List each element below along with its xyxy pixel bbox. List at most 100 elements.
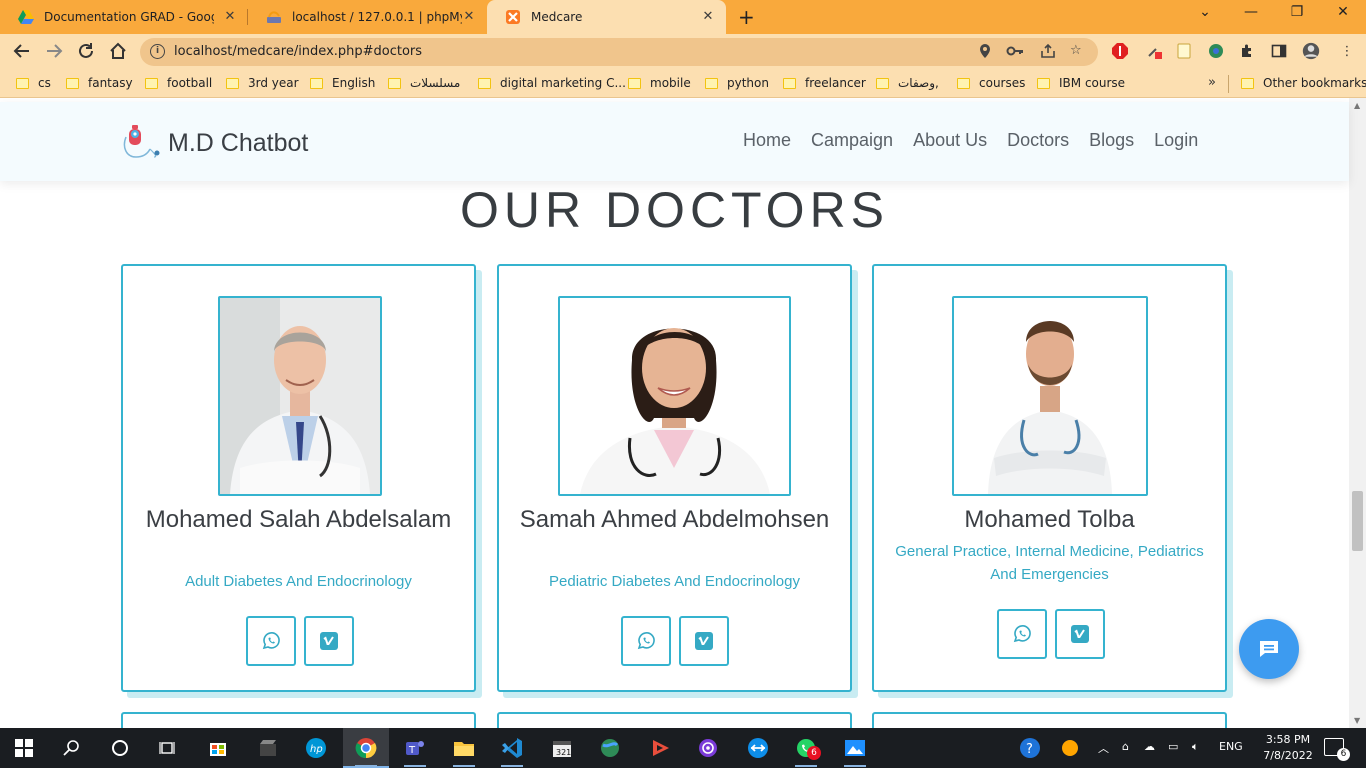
address-bar[interactable]: i localhost/medcare/index.php#doctors ☆ xyxy=(140,38,1098,66)
other-bookmarks-folder[interactable]: Other bookmarks xyxy=(1241,76,1366,90)
vimeo-button[interactable] xyxy=(304,616,354,666)
svg-text:321: 321 xyxy=(556,748,571,757)
tab-phpmyadmin[interactable]: localhost / 127.0.0.1 | phpMyAdmin ✕ xyxy=(248,0,487,34)
onedrive-icon[interactable]: ☁ xyxy=(1144,740,1155,753)
forward-icon[interactable] xyxy=(45,42,63,64)
tab-medcare[interactable]: Medcare ✕ xyxy=(487,0,726,34)
scroll-down-icon[interactable]: ▼ xyxy=(1354,716,1360,725)
bookmark-folder[interactable]: English xyxy=(310,76,375,90)
hp-icon[interactable]: hp xyxy=(304,736,328,760)
bookmark-folder[interactable]: مسلسلات xyxy=(388,76,460,90)
close-icon[interactable]: ✕ xyxy=(222,9,238,24)
nav-blogs[interactable]: Blogs xyxy=(1089,130,1134,151)
clock-date: 7/8/2022 xyxy=(1263,749,1313,762)
photos-icon[interactable] xyxy=(843,736,867,760)
xampp-icon xyxy=(506,10,520,24)
folder-icon xyxy=(226,77,239,89)
nav-doctors[interactable]: Doctors xyxy=(1007,130,1069,151)
whatsapp-button[interactable] xyxy=(997,609,1047,659)
share-icon[interactable] xyxy=(1040,43,1056,63)
minimize-icon[interactable]: — xyxy=(1228,4,1274,20)
vimeo-button[interactable] xyxy=(679,616,729,666)
media-app-icon[interactable] xyxy=(648,736,672,760)
file-explorer-icon[interactable] xyxy=(452,736,476,760)
eyedropper-extension-icon[interactable] xyxy=(1145,42,1163,60)
usb-icon[interactable]: ⌂ xyxy=(1122,740,1129,753)
bookmark-folder[interactable]: 3rd year xyxy=(226,76,299,90)
cortana-icon[interactable] xyxy=(108,736,132,760)
nav-home[interactable]: Home xyxy=(743,130,791,151)
task-view-icon[interactable] xyxy=(156,736,180,760)
bookmark-folder[interactable]: python xyxy=(705,76,769,90)
more-menu-icon[interactable]: ⋮ xyxy=(1338,42,1356,60)
bookmark-folder[interactable]: courses xyxy=(957,76,1025,90)
window-close-icon[interactable]: ✕ xyxy=(1320,4,1366,20)
bookmark-folder[interactable]: mobile xyxy=(628,76,691,90)
teamviewer-icon[interactable] xyxy=(746,736,770,760)
reload-icon[interactable] xyxy=(77,42,95,64)
home-icon[interactable] xyxy=(109,42,127,64)
bookmark-folder[interactable]: fantasy xyxy=(66,76,133,90)
search-icon[interactable] xyxy=(60,736,84,760)
extensions-puzzle-icon[interactable] xyxy=(1238,42,1256,60)
bookmark-folder[interactable]: freelancer xyxy=(783,76,866,90)
location-icon[interactable] xyxy=(978,43,992,63)
adblock-icon[interactable] xyxy=(1111,42,1129,60)
chrome-icon[interactable] xyxy=(354,736,378,760)
globe-extension-icon[interactable] xyxy=(1207,42,1225,60)
whatsapp-button[interactable] xyxy=(246,616,296,666)
vimeo-button[interactable] xyxy=(1055,609,1105,659)
whatsapp-unread-badge: 6 xyxy=(807,746,821,760)
notification-center-icon[interactable]: 6 xyxy=(1324,738,1350,761)
scroll-up-icon[interactable]: ▲ xyxy=(1354,101,1360,110)
tab-google-docs[interactable]: Documentation GRAD - Google D ✕ xyxy=(0,0,248,34)
calendar-app-icon[interactable]: 321 xyxy=(550,736,574,760)
profile-avatar[interactable] xyxy=(1302,42,1320,60)
page-scrollbar[interactable]: ▲ ▼ xyxy=(1349,98,1366,728)
notes-extension-icon[interactable] xyxy=(1175,42,1193,60)
bookmark-folder[interactable]: وصفات, xyxy=(876,76,939,90)
bookmark-folder[interactable]: football xyxy=(145,76,212,90)
vscode-icon[interactable] xyxy=(500,736,524,760)
close-icon[interactable]: ✕ xyxy=(461,9,477,24)
folder-icon xyxy=(783,77,796,89)
input-language[interactable]: ENG xyxy=(1219,740,1243,753)
microsoft-store-icon[interactable] xyxy=(206,736,230,760)
status-orange-icon[interactable] xyxy=(1058,736,1082,760)
bookmark-folder[interactable]: digital marketing C... xyxy=(478,76,626,90)
key-icon[interactable] xyxy=(1006,43,1024,63)
chatbot-open-button[interactable] xyxy=(1239,619,1299,679)
whatsapp-taskbar-icon[interactable]: 6 xyxy=(794,736,821,760)
site-logo[interactable]: M.D Chatbot xyxy=(120,123,308,163)
back-icon[interactable] xyxy=(13,42,31,64)
show-hidden-icons-icon[interactable]: ︿ xyxy=(1098,740,1109,756)
windows-start-icon[interactable] xyxy=(12,736,36,760)
podcast-app-icon[interactable] xyxy=(696,736,720,760)
tab-search-icon[interactable]: ⌄ xyxy=(1182,4,1228,20)
restore-icon[interactable]: ❐ xyxy=(1274,4,1320,20)
battery-icon[interactable]: ▭ xyxy=(1168,740,1178,753)
teams-icon[interactable]: T xyxy=(402,736,426,760)
nav-about-us[interactable]: About Us xyxy=(913,130,987,151)
new-tab-button[interactable]: + xyxy=(738,5,755,29)
scrollbar-thumb[interactable] xyxy=(1352,491,1363,551)
nav-campaign[interactable]: Campaign xyxy=(811,130,893,151)
bookmarks-overflow-icon[interactable]: » xyxy=(1208,75,1216,90)
video-editor-icon[interactable] xyxy=(256,736,280,760)
bookmark-star-icon[interactable]: ☆ xyxy=(1070,43,1082,58)
volume-icon[interactable]: 🔈︎ xyxy=(1192,740,1199,754)
bookmark-label: football xyxy=(167,76,213,90)
folder-icon xyxy=(388,77,401,89)
whatsapp-button[interactable] xyxy=(621,616,671,666)
site-info-icon[interactable]: i xyxy=(150,44,165,59)
bookmark-folder[interactable]: cs xyxy=(16,76,51,90)
nav-login[interactable]: Login xyxy=(1154,130,1198,151)
doctor-card: Samah Ahmed Abdelmohsen Pediatric Diabet… xyxy=(497,264,852,692)
close-icon[interactable]: ✕ xyxy=(700,9,716,24)
globe-app-icon[interactable] xyxy=(598,736,622,760)
help-icon[interactable]: ? xyxy=(1018,736,1042,760)
bookmark-folder[interactable]: IBM course xyxy=(1037,76,1125,90)
system-clock[interactable]: 3:58 PM 7/8/2022 xyxy=(1256,732,1320,764)
chat-bubble-icon xyxy=(1260,641,1278,657)
side-panel-icon[interactable] xyxy=(1270,42,1288,60)
